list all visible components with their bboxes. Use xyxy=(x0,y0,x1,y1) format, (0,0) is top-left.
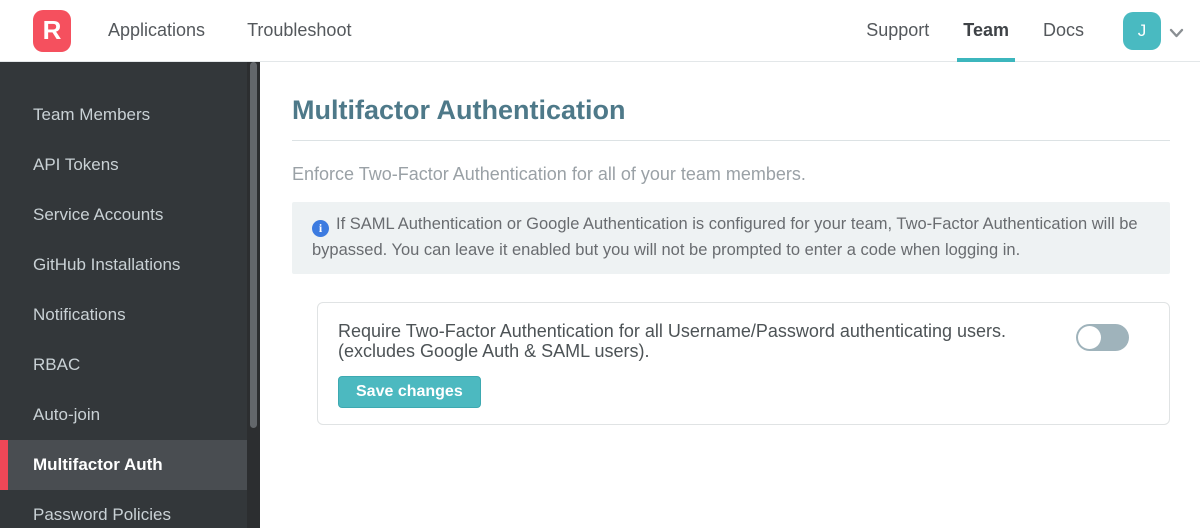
sidebar-item[interactable]: Auto-join xyxy=(0,390,260,440)
nav-item[interactable]: Applications xyxy=(108,0,205,61)
chevron-down-icon[interactable] xyxy=(1167,23,1186,42)
sidebar-item[interactable]: GitHub Installations xyxy=(0,240,260,290)
sidebar-item[interactable]: Team Members xyxy=(0,90,260,140)
nav-item[interactable]: Docs xyxy=(1043,0,1084,61)
info-icon: i xyxy=(312,219,329,237)
mfa-toggle[interactable] xyxy=(1076,324,1129,351)
save-changes-button[interactable]: Save changes xyxy=(338,376,481,408)
title-divider xyxy=(292,140,1170,141)
nav-item[interactable]: Team xyxy=(957,0,1015,62)
mfa-setting-text: Require Two-Factor Authentication for al… xyxy=(338,321,1006,408)
main-content: Multifactor Authentication Enforce Two-F… xyxy=(260,62,1200,528)
sidebar-scrollbar-track xyxy=(247,62,260,528)
sidebar-item[interactable]: Password Policies xyxy=(0,490,260,528)
avatar[interactable]: J xyxy=(1123,11,1161,50)
sidebar-item[interactable]: API Tokens xyxy=(0,140,260,190)
sidebar-scrollbar-thumb[interactable] xyxy=(250,62,257,428)
nav-item[interactable]: Troubleshoot xyxy=(247,0,351,61)
mfa-setting-line1: Require Two-Factor Authentication for al… xyxy=(338,321,1007,341)
primary-nav: Applications Troubleshoot xyxy=(108,0,393,61)
secondary-nav: Support Team Docs xyxy=(832,0,1084,62)
mfa-setting-line2: (excludes Google Auth & SAML users). xyxy=(338,341,650,361)
sidebar-item[interactable]: Notifications xyxy=(0,290,260,340)
rollbar-logo[interactable]: R xyxy=(33,9,71,52)
top-nav: R Applications Troubleshoot Support Team… xyxy=(0,0,1200,62)
page-description: Enforce Two-Factor Authentication for al… xyxy=(292,164,806,184)
page-title: Multifactor Authentication xyxy=(292,95,626,125)
info-box: i If SAML Authentication or Google Authen… xyxy=(292,202,1170,274)
sidebar-item[interactable]: Service Accounts xyxy=(0,190,260,240)
sidebar: Team Members API Tokens Service Accounts… xyxy=(0,62,260,528)
info-text: If SAML Authentication or Google Authent… xyxy=(312,215,1138,259)
sidebar-nav: Team Members API Tokens Service Accounts… xyxy=(0,62,260,528)
page-body: Team Members API Tokens Service Accounts… xyxy=(0,62,1200,528)
toggle-knob xyxy=(1078,326,1101,349)
mfa-setting-card: Require Two-Factor Authentication for al… xyxy=(317,302,1170,425)
sidebar-item[interactable]: RBAC xyxy=(0,340,260,390)
nav-item[interactable]: Support xyxy=(866,0,929,61)
sidebar-item[interactable]: Multifactor Auth xyxy=(0,440,260,490)
